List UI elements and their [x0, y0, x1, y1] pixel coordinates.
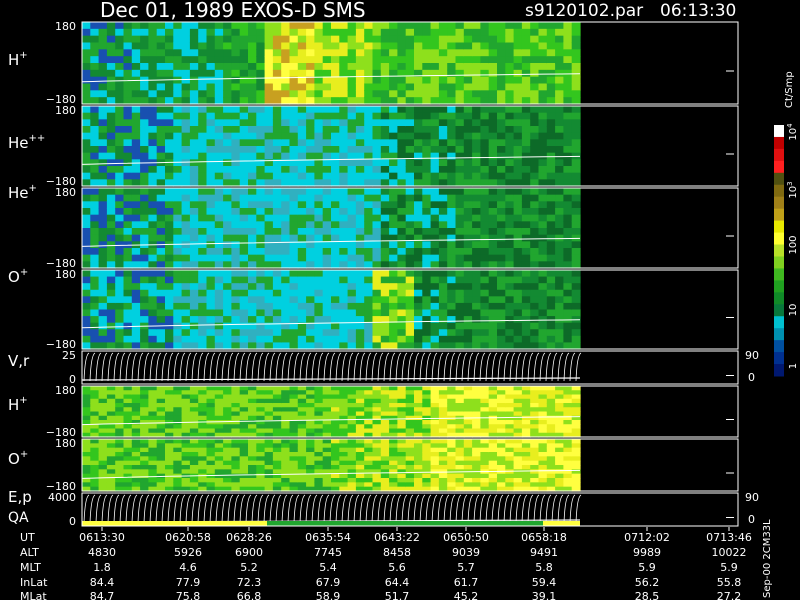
colorbar-swatch [774, 172, 784, 186]
sms-summary-plot: Dec 01, 1989 EXOS-D SMS s9120102.par 06:… [0, 0, 800, 600]
table-cell: 56.2 [635, 576, 660, 589]
panel-ymax-op2: 180 [55, 437, 76, 450]
panel-rmax-ep: 90 [745, 491, 759, 504]
table-cell: 5.4 [319, 561, 337, 574]
panel-rmin-vr: 0 [748, 371, 755, 384]
colorbar-swatch [774, 125, 784, 138]
colorbar-swatch [774, 328, 784, 341]
table-row-label: MLT [20, 561, 41, 574]
table-cell: 5.9 [720, 561, 738, 574]
table-cell: 5.6 [388, 561, 406, 574]
table-cell: 84.7 [90, 590, 115, 600]
colorbar-unit: Ct/Smp [784, 71, 795, 108]
colorbar-tick: 1 [788, 363, 799, 369]
panel-ymax-vr: 25 [62, 349, 76, 362]
table-cell: 39.1 [532, 590, 557, 600]
colorbar-swatch [774, 364, 784, 377]
table-cell: 27.2 [717, 590, 742, 600]
colorbar-swatch [774, 208, 784, 222]
table-cell: 4.6 [179, 561, 197, 574]
table-cell: 0658:18 [521, 531, 567, 544]
table-row-label: ALT [20, 546, 39, 559]
panel-label-ep: E,p [8, 488, 32, 506]
colorbar-swatch [774, 196, 784, 210]
file-name: s9120102.par [525, 1, 643, 21]
panel-ymax-hep: 180 [55, 186, 76, 199]
table-cell: 55.8 [717, 576, 742, 589]
table-cell: 66.8 [237, 590, 262, 600]
colorbar-tick: 100 [788, 235, 799, 254]
table-cell: 0713:46 [706, 531, 752, 544]
table-cell: 61.7 [454, 576, 479, 589]
colorbar-tick: 10 [788, 304, 799, 317]
panel-label-qa: QA [8, 510, 29, 526]
panel-rmax-vr: 90 [745, 349, 759, 362]
table-cell: 64.4 [385, 576, 410, 589]
panel-ymin-ep: 0 [69, 515, 76, 528]
colorbar-swatch [774, 184, 784, 198]
panel-ymax-hp: 180 [55, 20, 76, 33]
colorbar-swatch [774, 280, 784, 293]
table-cell: 0628:26 [226, 531, 272, 544]
table-cell: 9989 [633, 546, 661, 559]
table-row-label: InLat [20, 576, 48, 589]
table-cell: 10022 [712, 546, 747, 559]
table-row-label: MLat [20, 590, 47, 600]
panel-ymax-hepp: 180 [55, 104, 76, 117]
table-cell: 4830 [88, 546, 116, 559]
table-cell: 0650:50 [443, 531, 489, 544]
table-cell: 5.9 [638, 561, 656, 574]
panel-rmin-ep: 0 [748, 513, 755, 526]
colorbar-swatch [774, 352, 784, 365]
panel-ymax-ep: 4000 [48, 491, 76, 504]
table-cell: 72.3 [237, 576, 262, 589]
table-cell: 5926 [174, 546, 202, 559]
panel-label-vr: V,r [8, 352, 30, 370]
table-cell: 28.5 [635, 590, 660, 600]
panel-ymax-op: 180 [55, 268, 76, 281]
colorbar-swatch [774, 304, 784, 317]
colorbar-swatch [774, 340, 784, 353]
table-cell: 8458 [383, 546, 411, 559]
table-cell: 0613:30 [79, 531, 125, 544]
table-cell: 5.2 [240, 561, 258, 574]
colorbar-swatch [774, 160, 784, 174]
colorbar-swatch [774, 136, 784, 150]
table-cell: 75.8 [176, 590, 201, 600]
table-cell: 67.9 [316, 576, 341, 589]
colorbar-swatch [774, 148, 784, 162]
table-cell: 45.2 [454, 590, 479, 600]
spectrogram-layer [81, 22, 582, 526]
plot-title: Dec 01, 1989 EXOS-D SMS [100, 0, 366, 22]
colorbar-swatch [774, 256, 784, 269]
table-cell: 0635:54 [305, 531, 351, 544]
table-cell: 5.8 [535, 561, 553, 574]
table-cell: 51.7 [385, 590, 410, 600]
table-cell: 0712:02 [624, 531, 670, 544]
table-cell: 9039 [452, 546, 480, 559]
table-cell: 5.7 [457, 561, 475, 574]
colorbar-swatch [774, 220, 784, 234]
plot-time: 06:13:30 [660, 1, 736, 21]
colorbar-swatch [774, 244, 784, 257]
panel-ymax-hp2: 180 [55, 384, 76, 397]
table-cell: 6900 [235, 546, 263, 559]
table-cell: 77.9 [176, 576, 201, 589]
table-cell: 7745 [314, 546, 342, 559]
table-cell: 59.4 [532, 576, 557, 589]
table-row-label: UT [20, 531, 35, 544]
side-note: Sep-00 2CM33L [762, 519, 773, 598]
table-cell: 9491 [530, 546, 558, 559]
colorbar-swatch [774, 316, 784, 329]
table-cell: 84.4 [90, 576, 115, 589]
table-cell: 1.8 [93, 561, 111, 574]
table-cell: 58.9 [316, 590, 341, 600]
table-cell: 0643:22 [374, 531, 420, 544]
colorbar-swatch [774, 232, 784, 246]
colorbar-swatch [774, 292, 784, 305]
colorbar-swatch [774, 268, 784, 281]
table-cell: 0620:58 [165, 531, 211, 544]
